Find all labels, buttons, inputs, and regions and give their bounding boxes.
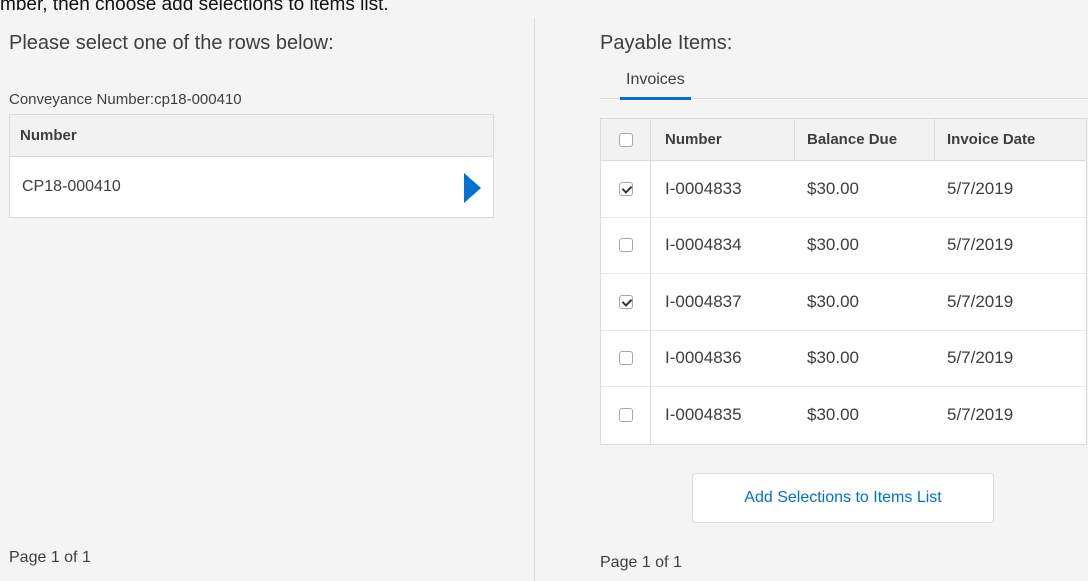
invoice-row: I-0004835 $30.00 5/7/2019 — [601, 387, 1086, 444]
conveyance-table-header-number: Number — [10, 115, 493, 157]
invoice-row-checkbox[interactable] — [618, 351, 633, 366]
invoice-row: I-0004837 $30.00 5/7/2019 — [601, 274, 1086, 331]
invoice-row: I-0004834 $30.00 5/7/2019 — [601, 217, 1086, 274]
invoice-number: I-0004836 — [665, 348, 742, 368]
invoice-table: Number Balance Due Invoice Date I-000483… — [600, 118, 1087, 445]
triangle-right-icon[interactable] — [464, 173, 481, 203]
conveyance-row-number: CP18-000410 — [22, 178, 121, 195]
invoice-balance: $30.00 — [807, 235, 859, 255]
invoice-row-checkbox[interactable] — [618, 181, 633, 196]
header-balance-due: Balance Due — [795, 119, 935, 160]
conveyance-panel-heading: Please select one of the rows below: — [9, 32, 334, 54]
add-selections-button[interactable]: Add Selections to Items List — [692, 473, 994, 523]
invoice-row-check-cell — [601, 330, 651, 386]
invoice-number: I-0004833 — [665, 178, 742, 198]
left-page-indicator: Page 1 of 1 — [9, 549, 91, 566]
payable-items-tabs: Invoices — [600, 67, 1088, 100]
invoice-number: I-0004834 — [665, 235, 742, 255]
top-instruction-text: mber, then choose add selections to item… — [0, 0, 389, 15]
invoice-table-header: Number Balance Due Invoice Date — [601, 119, 1086, 161]
invoice-date: 5/7/2019 — [947, 405, 1014, 425]
invoice-row-check-cell — [601, 217, 651, 273]
conveyance-row[interactable]: CP18-000410 — [10, 157, 493, 217]
tab-invoices[interactable]: Invoices — [620, 67, 691, 100]
conveyance-panel: Please select one of the rows below: Con… — [0, 18, 534, 581]
invoice-date: 5/7/2019 — [947, 235, 1014, 255]
invoice-date: 5/7/2019 — [947, 348, 1014, 368]
invoice-row-checkbox[interactable] — [618, 408, 633, 423]
invoice-row: I-0004836 $30.00 5/7/2019 — [601, 330, 1086, 387]
conveyance-table: Number CP18-000410 — [9, 114, 494, 218]
invoice-row-check-cell — [601, 387, 651, 444]
invoice-number: I-0004835 — [665, 405, 742, 425]
right-page-indicator: Page 1 of 1 — [600, 554, 682, 571]
invoice-row-checkbox[interactable] — [618, 238, 633, 253]
payable-items-panel: Payable Items: Invoices Number Balance D… — [535, 18, 1088, 581]
invoice-balance: $30.00 — [807, 405, 859, 425]
header-number: Number — [651, 119, 795, 160]
header-invoice-date: Invoice Date — [947, 131, 1036, 148]
invoice-number: I-0004837 — [665, 291, 742, 311]
invoice-date: 5/7/2019 — [947, 291, 1014, 311]
invoice-row: I-0004833 $30.00 5/7/2019 — [601, 161, 1086, 218]
invoice-balance: $30.00 — [807, 178, 859, 198]
select-all-checkbox[interactable] — [618, 132, 633, 147]
invoice-row-check-cell — [601, 274, 651, 330]
invoice-balance: $30.00 — [807, 348, 859, 368]
invoice-row-checkbox[interactable] — [618, 294, 633, 309]
invoice-date: 5/7/2019 — [947, 178, 1014, 198]
conveyance-number-label: Conveyance Number:cp18-000410 — [9, 91, 242, 108]
invoice-balance: $30.00 — [807, 291, 859, 311]
invoice-row-check-cell — [601, 161, 651, 217]
payable-items-heading: Payable Items: — [600, 32, 733, 54]
select-all-cell — [601, 119, 651, 160]
